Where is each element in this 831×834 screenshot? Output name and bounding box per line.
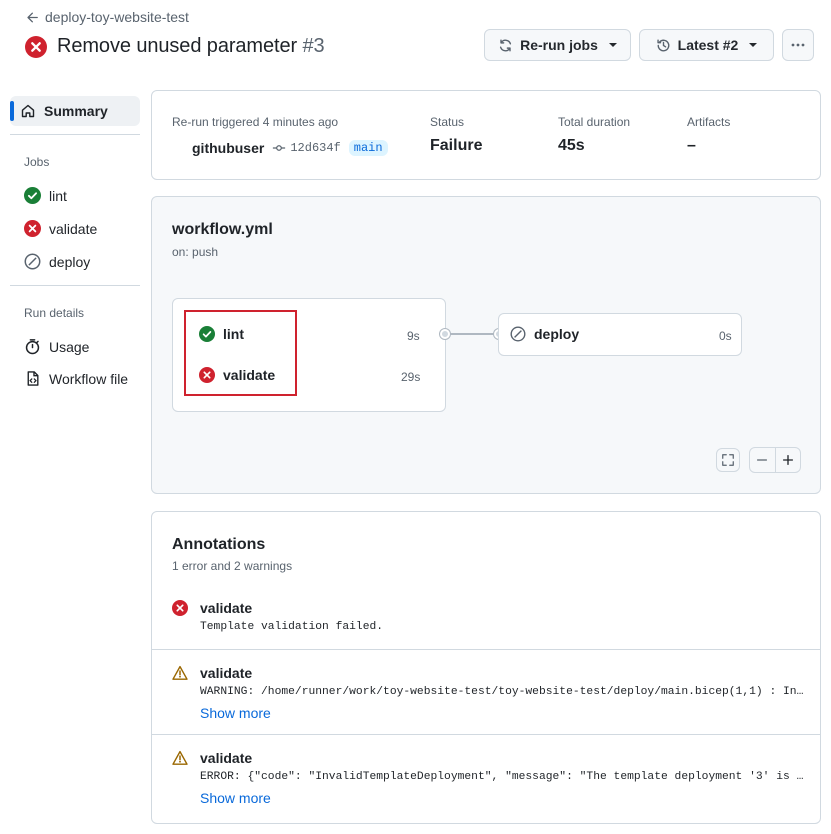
home-icon — [21, 104, 35, 118]
stopwatch-icon — [25, 339, 40, 355]
history-icon — [657, 39, 670, 51]
error-icon — [172, 600, 188, 616]
graph-job-label: deploy — [534, 326, 580, 342]
sidebar-item-label: validate — [49, 220, 98, 237]
sidebar-run-details-heading: Run details — [24, 306, 85, 320]
back-link[interactable]: deploy-toy-website-test — [26, 9, 189, 25]
branch-badge[interactable]: main — [348, 140, 388, 156]
warning-icon — [172, 750, 188, 765]
annotation-message: WARNING: /home/runner/work/toy-website-t… — [200, 686, 804, 698]
warning-icon — [172, 665, 188, 680]
page-title: Remove unused parameter #3 — [57, 35, 325, 58]
failure-icon — [25, 35, 47, 58]
workflow-graph-card: workflow.yml on: push lint 9s validate 2… — [151, 196, 821, 494]
sidebar-divider — [10, 134, 140, 135]
actor-link[interactable]: githubuser — [192, 140, 264, 156]
connector-dot — [440, 329, 450, 339]
annotation-job-link[interactable]: validate — [200, 600, 252, 616]
artifacts-value: – — [687, 137, 696, 154]
plus-icon — [782, 454, 793, 466]
skipped-icon — [24, 253, 41, 270]
failure-icon — [24, 220, 41, 237]
graph-job-duration: 29s — [401, 370, 421, 384]
show-more-link[interactable]: Show more — [200, 705, 271, 721]
sidebar-item-label: lint — [49, 187, 67, 204]
graph-job-deploy[interactable]: deploy 0s — [498, 313, 742, 356]
arrow-left-icon — [27, 12, 38, 22]
trigger-details: githubuser 12d634f main — [192, 140, 388, 156]
caret-down-icon — [749, 43, 758, 47]
graph-job-deploy-inner: deploy — [510, 326, 579, 342]
latest-attempt-label: Latest #2 — [677, 37, 739, 53]
annotations-title: Annotations — [172, 536, 266, 553]
zoom-in-button[interactable] — [776, 448, 801, 472]
sidebar-job-deploy[interactable]: deploy — [24, 253, 90, 270]
annotation-message: ERROR: {"code": "InvalidTemplateDeployme… — [200, 771, 804, 783]
workflow-trigger: on: push — [172, 245, 219, 259]
commit-sha: 12d634f — [290, 141, 341, 155]
trigger-label: Re-run triggered 4 minutes ago — [172, 115, 339, 129]
job-connector — [445, 333, 501, 335]
sidebar-item-label: Summary — [44, 103, 108, 119]
rerun-jobs-label: Re-run jobs — [520, 37, 598, 53]
commit-link[interactable]: 12d634f — [272, 141, 341, 155]
back-link-label: deploy-toy-website-test — [45, 9, 189, 25]
status-label: Status — [430, 115, 465, 129]
sidebar-item-summary[interactable]: Summary — [10, 96, 140, 126]
sidebar-item-usage[interactable]: Usage — [24, 338, 89, 355]
success-icon — [24, 187, 41, 204]
zoom-controls — [749, 447, 801, 473]
skipped-icon — [510, 326, 526, 342]
workflow-name: workflow.yml — [172, 221, 273, 238]
show-more-link[interactable]: Show more — [200, 790, 271, 806]
annotation-divider — [152, 649, 820, 650]
annotation-divider — [152, 734, 820, 735]
highlight-box — [184, 310, 297, 396]
run-number: #3 — [302, 35, 325, 57]
run-title-text: Remove unused parameter — [57, 35, 298, 57]
duration-value: 45s — [558, 137, 585, 154]
git-commit-icon — [273, 145, 286, 151]
artifacts-label: Artifacts — [687, 115, 731, 129]
dash-icon — [757, 459, 768, 461]
caret-down-icon — [608, 43, 617, 47]
sidebar-item-label: deploy — [49, 253, 91, 270]
sidebar-job-validate[interactable]: validate — [24, 220, 97, 237]
graph-job-duration: 0s — [719, 329, 732, 343]
annotations-subtitle: 1 error and 2 warnings — [172, 559, 293, 573]
run-title-row: Remove unused parameter #3 — [25, 35, 325, 58]
sync-icon — [500, 39, 512, 51]
kebab-horizontal-icon — [791, 43, 805, 47]
sidebar-divider — [10, 285, 140, 286]
run-summary-card: Re-run triggered 4 minutes ago githubuse… — [151, 90, 821, 180]
sidebar-job-lint[interactable]: lint — [24, 187, 67, 204]
annotation-job-link[interactable]: validate — [200, 750, 252, 766]
sidebar-item-workflow-file[interactable]: Workflow file — [24, 370, 128, 387]
file-code-icon — [27, 371, 39, 386]
more-options-button[interactable] — [782, 29, 814, 61]
sidebar-item-label: Workflow file — [49, 370, 129, 387]
rerun-jobs-button[interactable]: Re-run jobs — [484, 29, 631, 61]
sidebar-item-label: Usage — [49, 338, 90, 355]
sidebar-jobs-heading: Jobs — [24, 155, 50, 169]
duration-label: Total duration — [558, 115, 631, 129]
screen-full-icon — [722, 454, 734, 466]
annotations-card: Annotations 1 error and 2 warnings valid… — [151, 511, 821, 824]
latest-attempt-button[interactable]: Latest #2 — [639, 29, 774, 61]
graph-job-duration: 9s — [407, 329, 420, 343]
annotation-job-link[interactable]: validate — [200, 665, 252, 681]
status-value: Failure — [430, 137, 483, 154]
zoom-out-button[interactable] — [750, 448, 776, 472]
annotation-message: Template validation failed. — [200, 621, 384, 633]
fullscreen-button[interactable] — [716, 448, 740, 472]
